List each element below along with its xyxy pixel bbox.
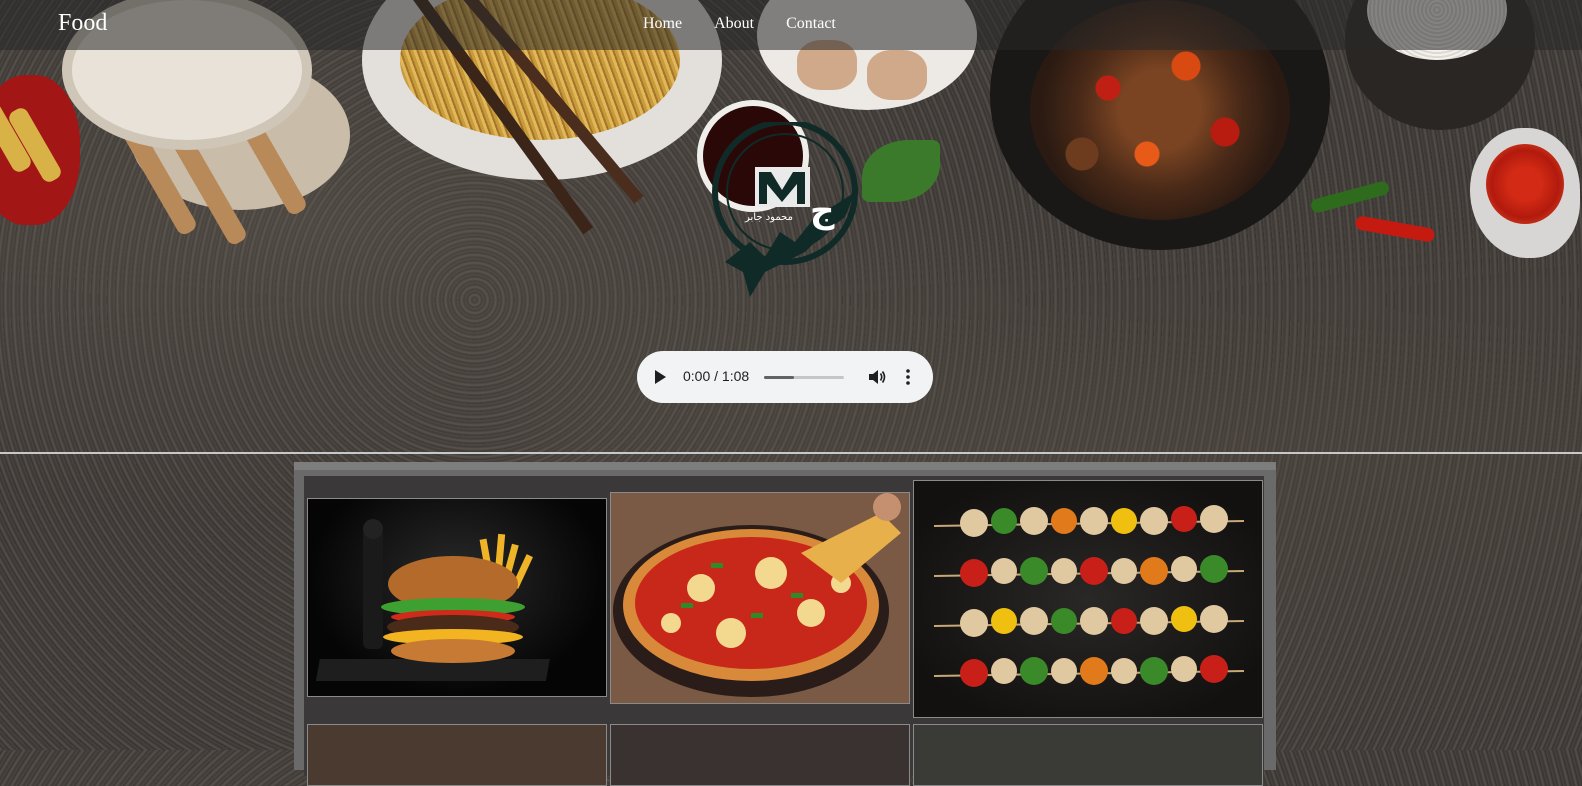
- gallery-image-pizza[interactable]: [610, 492, 910, 704]
- site-brand[interactable]: Food: [58, 10, 107, 37]
- nav-about-link[interactable]: About: [714, 15, 754, 33]
- gallery-cell[interactable]: [307, 724, 607, 786]
- kebab-image: [933, 505, 1245, 687]
- gallery-image-kebab[interactable]: [913, 480, 1263, 718]
- gallery-cell[interactable]: [610, 724, 910, 786]
- gallery-cell[interactable]: [913, 724, 1263, 786]
- top-navbar: Food Home About Contact: [0, 0, 1582, 50]
- food-gallery: [294, 462, 1276, 786]
- green-chili: [1309, 179, 1391, 215]
- spring-rolls-plate: [0, 75, 80, 225]
- logo-emblem: ج محمود جابر: [712, 122, 858, 297]
- audio-progress-fill: [764, 376, 795, 379]
- burger-image: [315, 519, 550, 681]
- gallery-image-burger[interactable]: [307, 498, 607, 697]
- nav-menu: Home About Contact: [643, 15, 836, 33]
- svg-text:ج: ج: [810, 191, 835, 231]
- more-options-icon[interactable]: [903, 367, 913, 387]
- chili-spoon: [1470, 128, 1580, 258]
- play-icon[interactable]: [655, 370, 666, 384]
- audio-progress-track[interactable]: [764, 376, 844, 379]
- pizza-image: [611, 493, 909, 703]
- svg-text:محمود جابر: محمود جابر: [744, 212, 793, 223]
- volume-icon[interactable]: [867, 367, 887, 387]
- leaf-decoration: [862, 140, 940, 202]
- nav-contact-link[interactable]: Contact: [786, 15, 836, 33]
- audio-time: 0:00 / 1:08: [683, 368, 750, 384]
- red-chili: [1354, 215, 1436, 243]
- nav-home-link[interactable]: Home: [643, 15, 682, 33]
- section-divider: [0, 452, 1582, 454]
- audio-player: 0:00 / 1:08: [637, 351, 933, 403]
